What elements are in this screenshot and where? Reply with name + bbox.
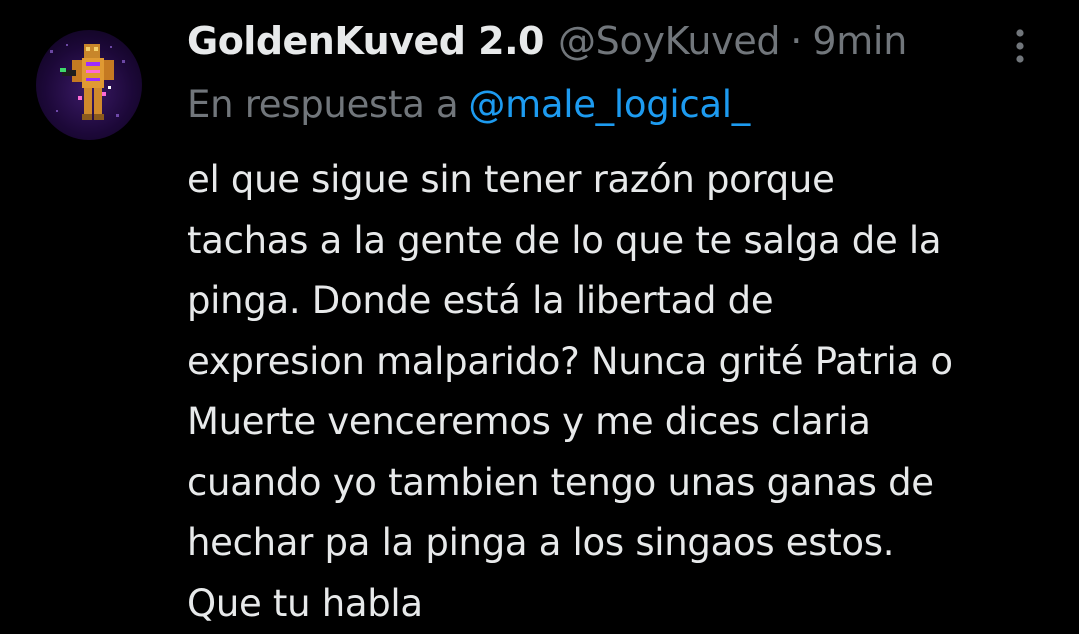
reply-mention-link[interactable]: @male_logical_ <box>468 83 750 126</box>
more-vertical-icon <box>1008 28 1032 66</box>
timestamp[interactable]: 9min <box>812 18 907 64</box>
reply-context: En respuesta a@male_logical_ <box>187 82 750 128</box>
tweet-text-line: el que sigue sin tener razón porque <box>187 150 953 211</box>
avatar[interactable] <box>36 30 142 140</box>
tweet-text-line: expresion malparido? Nunca grité Patria … <box>187 332 953 393</box>
pixel-character-avatar-icon <box>36 30 142 140</box>
tweet[interactable]: GoldenKuved 2.0 @SoyKuved · 9min En resp… <box>0 0 1079 633</box>
tweet-text-line: Que tu habla <box>187 574 953 634</box>
display-name[interactable]: GoldenKuved 2.0 <box>187 18 544 64</box>
user-handle[interactable]: @SoyKuved <box>558 18 780 64</box>
tweet-text: el que sigue sin tener razón porque tach… <box>187 150 953 634</box>
tweet-text-line: tachas a la gente de lo que te salga de … <box>187 211 953 272</box>
tweet-text-line: Muerte venceremos y me dices claria <box>187 392 953 453</box>
tweet-text-line: hechar pa la pinga a los singaos estos. <box>187 513 953 574</box>
more-options-button[interactable] <box>1008 28 1032 66</box>
tweet-text-line: pinga. Donde está la libertad de <box>187 271 953 332</box>
separator-dot: · <box>790 18 802 64</box>
tweet-text-line: cuando yo tambien tengo unas ganas de <box>187 453 953 514</box>
reply-prefix: En respuesta a <box>187 83 458 126</box>
tweet-header: GoldenKuved 2.0 @SoyKuved · 9min <box>187 18 907 64</box>
